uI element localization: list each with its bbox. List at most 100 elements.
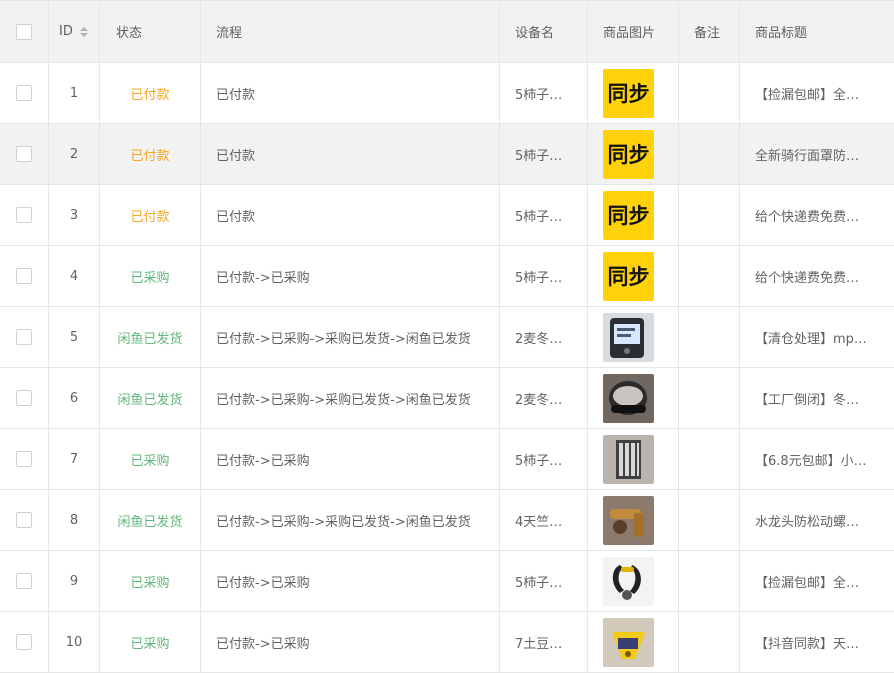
order-status: 已付款 <box>130 87 170 103</box>
table-row[interactable]: 1 已付款 已付款 5柿子… 同步 【捡漏包邮】全… <box>0 63 894 124</box>
title-cell: 【工厂倒闭】冬… <box>740 368 894 428</box>
order-id: 7 <box>69 451 79 467</box>
table-row[interactable]: 6 闲鱼已发货 已付款->已采购->采购已发货->闲鱼已发货 2麦冬… 【工厂倒… <box>0 368 894 429</box>
order-flow: 已付款->已采购 <box>216 575 310 591</box>
row-checkbox-cell <box>0 368 49 428</box>
title-cell: 【捡漏包邮】全… <box>740 551 894 611</box>
row-checkbox[interactable] <box>16 512 32 528</box>
order-id: 5 <box>69 329 79 345</box>
flow-cell: 已付款 <box>201 63 500 123</box>
order-id: 2 <box>69 146 79 162</box>
image-header: 商品图片 <box>588 1 679 62</box>
row-checkbox[interactable] <box>16 207 32 223</box>
table-row[interactable]: 8 闲鱼已发货 已付款->已采购->采购已发货->闲鱼已发货 4天竺… 水龙头防… <box>0 490 894 551</box>
note-cell <box>679 612 740 672</box>
table-row[interactable]: 5 闲鱼已发货 已付款->已采购->采购已发货->闲鱼已发货 2麦冬… 【清仓处… <box>0 307 894 368</box>
row-checkbox-cell <box>0 612 49 672</box>
flow-cell: 已付款->已采购 <box>201 551 500 611</box>
table-row[interactable]: 10 已采购 已付款->已采购 7土豆… 【抖音同款】天… <box>0 612 894 673</box>
order-id: 10 <box>65 634 83 650</box>
table-row[interactable]: 2 已付款 已付款 5柿子… 同步 全新骑行面罩防… <box>0 124 894 185</box>
row-checkbox[interactable] <box>16 146 32 162</box>
product-title: 【6.8元包邮】小… <box>755 453 867 469</box>
row-checkbox[interactable] <box>16 573 32 589</box>
flow-cell: 已付款->已采购->采购已发货->闲鱼已发货 <box>201 490 500 550</box>
title-cell: 给个快递费免费… <box>740 185 894 245</box>
table-body: 1 已付款 已付款 5柿子… 同步 【捡漏包邮】全… 2 已付款 已付款 5柿子… <box>0 63 894 673</box>
device-name: 5柿子… <box>515 270 563 286</box>
id-header[interactable]: ID <box>49 1 100 62</box>
id-cell: 7 <box>49 429 100 489</box>
note-cell <box>679 368 740 428</box>
id-header-label: ID <box>59 24 73 39</box>
image-cell: 同步 <box>588 63 679 123</box>
product-thumbnail[interactable]: 同步 <box>603 251 654 301</box>
id-cell: 6 <box>49 368 100 428</box>
product-thumbnail[interactable]: 同步 <box>603 68 654 118</box>
table-row[interactable]: 7 已采购 已付款->已采购 5柿子… 【6.8元包邮】小… <box>0 429 894 490</box>
row-checkbox[interactable] <box>16 451 32 467</box>
title-cell: 给个快递费免费… <box>740 246 894 306</box>
product-thumbnail[interactable] <box>603 556 654 606</box>
row-checkbox-cell <box>0 185 49 245</box>
title-cell: 全新骑行面罩防… <box>740 124 894 184</box>
product-thumbnail[interactable]: 同步 <box>603 190 654 240</box>
product-title: 给个快递费免费… <box>755 209 860 225</box>
order-id: 3 <box>69 207 79 223</box>
product-thumbnail[interactable] <box>603 373 654 423</box>
product-thumbnail[interactable] <box>603 312 654 362</box>
title-header-label: 商品标题 <box>755 26 808 41</box>
device-cell: 4天竺… <box>500 490 588 550</box>
title-cell: 【清仓处理】mp… <box>740 307 894 367</box>
product-thumbnail[interactable] <box>603 434 654 484</box>
row-checkbox[interactable] <box>16 268 32 284</box>
order-status: 闲鱼已发货 <box>117 331 183 347</box>
order-status: 已采购 <box>130 575 170 591</box>
table-row[interactable]: 4 已采购 已付款->已采购 5柿子… 同步 给个快递费免费… <box>0 246 894 307</box>
flow-header-label: 流程 <box>216 26 243 41</box>
table-row[interactable]: 9 已采购 已付款->已采购 5柿子… 【捡漏包邮】全… <box>0 551 894 612</box>
product-thumbnail[interactable]: 同步 <box>603 129 654 179</box>
row-checkbox[interactable] <box>16 634 32 650</box>
id-cell: 5 <box>49 307 100 367</box>
status-cell: 闲鱼已发货 <box>100 490 201 550</box>
image-cell: 同步 <box>588 124 679 184</box>
table-row[interactable]: 3 已付款 已付款 5柿子… 同步 给个快递费免费… <box>0 185 894 246</box>
row-checkbox[interactable] <box>16 85 32 101</box>
order-flow: 已付款->已采购 <box>216 270 310 286</box>
device-cell: 2麦冬… <box>500 307 588 367</box>
select-all-checkbox[interactable] <box>16 23 32 40</box>
id-cell: 9 <box>49 551 100 611</box>
product-thumbnail[interactable] <box>603 617 654 667</box>
row-checkbox-cell <box>0 490 49 550</box>
order-status: 已付款 <box>130 209 170 225</box>
status-cell: 已采购 <box>100 551 201 611</box>
image-cell <box>588 429 679 489</box>
title-header: 商品标题 <box>740 1 894 62</box>
row-checkbox[interactable] <box>16 390 32 406</box>
device-cell: 5柿子… <box>500 551 588 611</box>
note-cell <box>679 490 740 550</box>
row-checkbox[interactable] <box>16 329 32 345</box>
device-cell: 7土豆… <box>500 612 588 672</box>
order-status: 闲鱼已发货 <box>117 392 183 408</box>
image-cell <box>588 551 679 611</box>
title-cell: 水龙头防松动螺… <box>740 490 894 550</box>
image-cell <box>588 490 679 550</box>
id-cell: 1 <box>49 63 100 123</box>
product-title: 【捡漏包邮】全… <box>755 575 860 591</box>
device-name: 2麦冬… <box>515 331 563 347</box>
product-thumbnail[interactable] <box>603 495 654 545</box>
note-header-label: 备注 <box>694 26 721 41</box>
device-name: 5柿子… <box>515 148 563 164</box>
row-checkbox-cell <box>0 551 49 611</box>
row-checkbox-cell <box>0 429 49 489</box>
sort-icon[interactable] <box>79 26 88 37</box>
flow-cell: 已付款->已采购 <box>201 246 500 306</box>
row-checkbox-cell <box>0 124 49 184</box>
row-checkbox-cell <box>0 307 49 367</box>
image-cell: 同步 <box>588 185 679 245</box>
image-cell <box>588 612 679 672</box>
device-name: 5柿子… <box>515 87 563 103</box>
device-name: 4天竺… <box>515 514 563 530</box>
